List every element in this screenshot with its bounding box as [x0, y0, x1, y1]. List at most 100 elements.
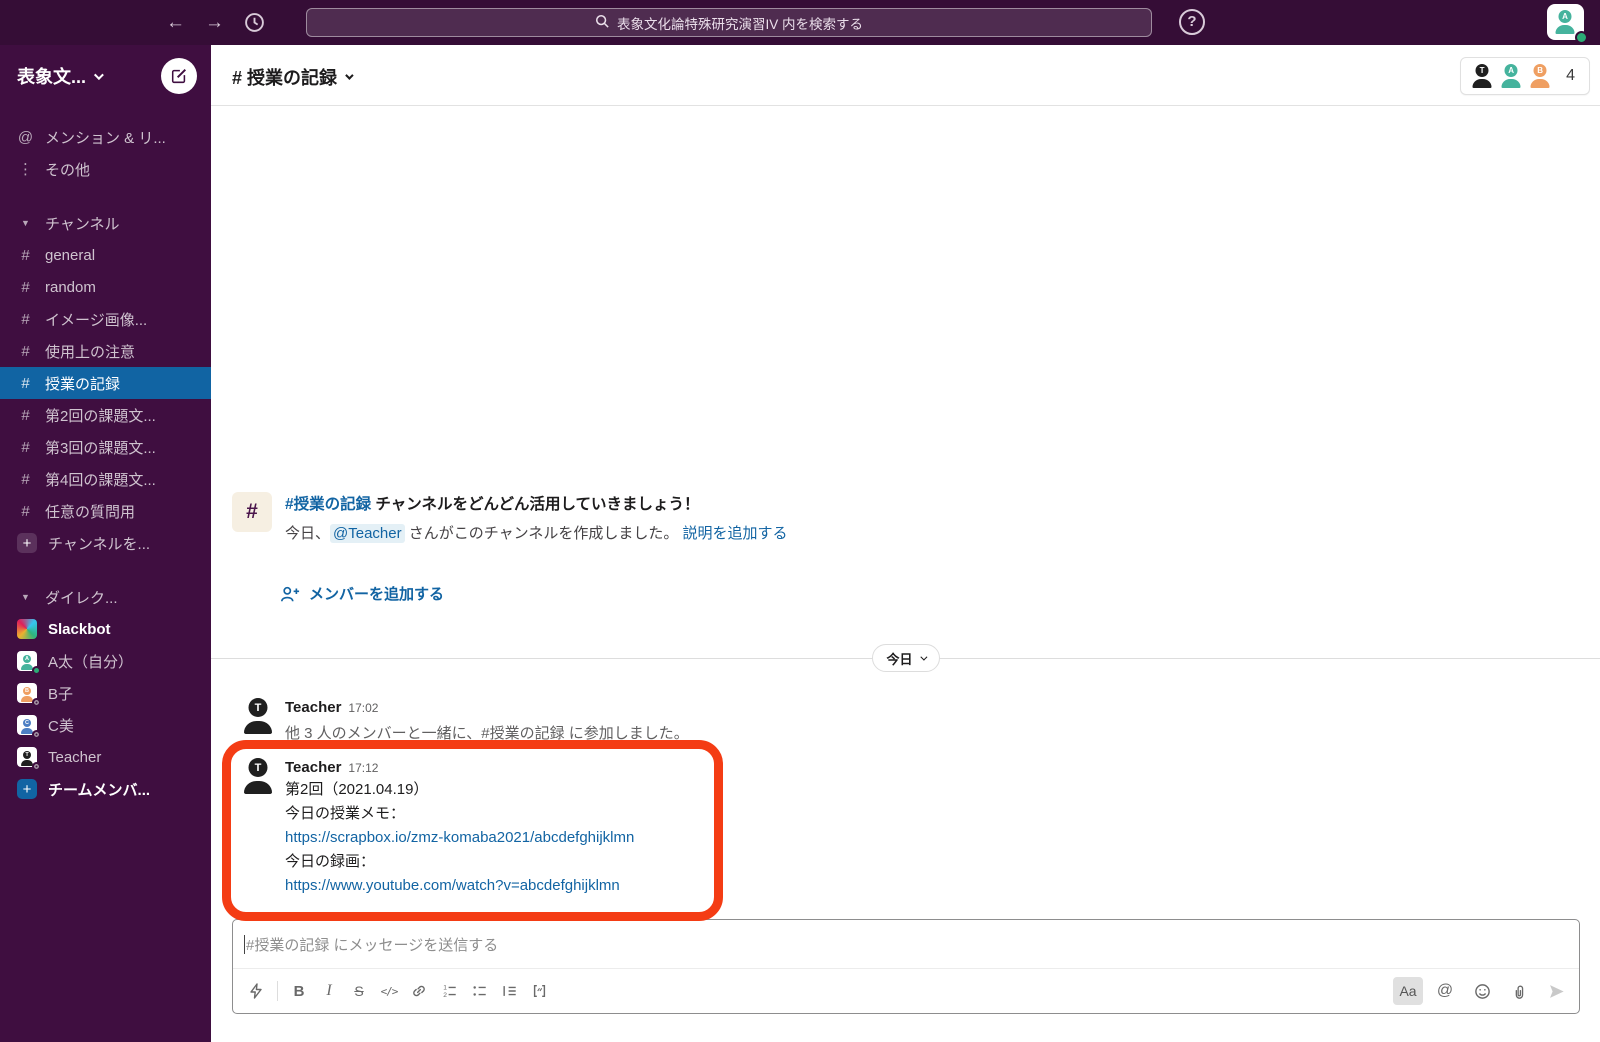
dm-section-header[interactable]: ▼ ダイレク... — [0, 581, 211, 613]
mention-teacher[interactable]: @Teacher — [330, 524, 405, 543]
invite-members-button[interactable]: + チームメンバ... — [0, 773, 211, 805]
teacher-avatar[interactable]: T — [240, 698, 276, 734]
sidebar-channel-assignment-2[interactable]: # 第2回の課題文... — [0, 399, 211, 431]
message-class-record[interactable]: T Teacher 17:12 第2回（2021.04.19） 今日の授業メモ： … — [240, 758, 634, 898]
italic-icon[interactable]: I — [314, 977, 344, 1005]
presence-online-icon — [32, 666, 41, 675]
sidebar-channel-assignment-3[interactable]: # 第3回の課題文... — [0, 431, 211, 463]
bulleted-list-icon[interactable] — [464, 977, 494, 1005]
link-icon[interactable] — [404, 977, 434, 1005]
hash-icon: # — [21, 278, 30, 296]
strikethrough-icon[interactable]: S — [344, 977, 374, 1005]
sidebar-item-more[interactable]: ⋮ その他 — [0, 153, 211, 185]
caret-down-icon: ▼ — [21, 218, 30, 228]
avatar: A — [17, 651, 41, 675]
main-panel: # 授業の記録 T A B 4 # #授業の記録 チャンネルをどんどん活用してい… — [211, 45, 1600, 1042]
code-icon[interactable]: </> — [374, 977, 404, 1005]
dm-item-c[interactable]: C C美 — [0, 709, 211, 741]
search-placeholder: 表象文化論特殊研究演習IV 内を検索する — [616, 16, 863, 32]
presence-offline-icon — [32, 698, 41, 707]
workspace-switcher[interactable]: 表象文... — [17, 63, 104, 89]
chevron-down-icon — [919, 653, 927, 661]
member-count: 4 — [1566, 67, 1575, 84]
code-block-icon[interactable] — [524, 977, 554, 1005]
dm-item-teacher[interactable]: T Teacher — [0, 741, 211, 773]
dm-item-b[interactable]: B B子 — [0, 677, 211, 709]
hash-icon: # — [21, 310, 30, 328]
sidebar-channel-class-records[interactable]: # 授業の記録 — [0, 367, 211, 399]
message-composer: #授業の記録 にメッセージを送信する B I S </> 1 2 Aa @ — [232, 919, 1580, 1014]
red-highlight-box: T Teacher 17:12 第2回（2021.04.19） 今日の授業メモ： … — [222, 740, 723, 921]
message-author[interactable]: Teacher — [285, 699, 341, 716]
top-bar: ← → 表象文化論特殊研究演習IV 内を検索する ? A — [0, 0, 1600, 45]
sidebar-item-mentions[interactable]: @ メンション & リ... — [0, 121, 211, 153]
avatar: C — [17, 715, 41, 739]
message-line: 今日の授業メモ： — [285, 805, 406, 822]
sidebar-channel-assignment-4[interactable]: # 第4回の課題文... — [0, 463, 211, 495]
channel-hash-icon: # — [232, 492, 272, 532]
add-channel-button[interactable]: + チャンネルを... — [0, 527, 211, 559]
message-join[interactable]: T Teacher 17:02 他 3 人のメンバーと一緒に、#授業の記録 に参加… — [240, 698, 689, 743]
text-cursor — [244, 934, 245, 954]
compose-button[interactable] — [161, 58, 197, 94]
channels-section-header[interactable]: ▼ チャンネル — [0, 207, 211, 239]
send-icon[interactable] — [1541, 977, 1571, 1005]
message-input[interactable]: #授業の記録 にメッセージを送信する — [233, 920, 1579, 968]
teacher-avatar[interactable]: T — [240, 758, 276, 794]
intro-description: 今日、 @Teacher さんがこのチャンネルを作成しました。 説明を追加する — [285, 524, 788, 543]
forward-icon[interactable]: → — [205, 12, 224, 34]
composer-placeholder: #授業の記録 にメッセージを送信する — [246, 936, 499, 954]
presence-offline-icon — [32, 730, 41, 739]
attachment-paperclip-icon[interactable] — [1504, 977, 1534, 1005]
search-bar[interactable]: 表象文化論特殊研究演習IV 内を検索する — [306, 8, 1152, 37]
composer-toolbar: B I S </> 1 2 Aa @ — [233, 968, 1579, 1013]
youtube-link[interactable]: https://www.youtube.com/watch?v=abcdefgh… — [285, 874, 634, 898]
blockquote-icon[interactable] — [494, 977, 524, 1005]
at-icon: @ — [17, 128, 34, 146]
message-time: 17:02 — [348, 701, 379, 715]
date-pill[interactable]: 今日 — [871, 644, 940, 672]
sidebar-channel-usage-notes[interactable]: # 使用上の注意 — [0, 335, 211, 367]
member-avatar: A — [1500, 64, 1522, 88]
mention-icon[interactable]: @ — [1430, 977, 1460, 1005]
toolbar-divider — [277, 981, 278, 1001]
sidebar-channel-image[interactable]: # イメージ画像... — [0, 303, 211, 335]
history-clock-icon[interactable] — [244, 12, 265, 33]
sidebar-channel-general[interactable]: # general — [0, 239, 211, 271]
message-author[interactable]: Teacher — [285, 759, 341, 776]
date-divider: 今日 — [211, 644, 1600, 672]
add-description-link[interactable]: 説明を追加する — [683, 525, 788, 542]
channel-members-button[interactable]: T A B 4 — [1460, 57, 1590, 95]
hash-icon: # — [21, 342, 30, 360]
add-members-button[interactable]: メンバーを追加する — [280, 583, 444, 604]
emoji-icon[interactable] — [1467, 977, 1497, 1005]
help-icon[interactable]: ? — [1179, 9, 1205, 35]
dm-item-self[interactable]: A A太（自分） — [0, 645, 211, 677]
hash-icon: # — [21, 470, 30, 488]
channel-title[interactable]: # 授業の記録 — [232, 64, 354, 90]
hash-icon: # — [21, 374, 30, 392]
member-avatar: B — [1529, 64, 1551, 88]
bold-icon[interactable]: B — [284, 977, 314, 1005]
presence-offline-icon — [32, 762, 41, 771]
dm-item-slackbot[interactable]: Slackbot — [0, 613, 211, 645]
message-line: 今日の録画： — [285, 853, 376, 870]
sidebar-channel-random[interactable]: # random — [0, 271, 211, 303]
caret-down-icon: ▼ — [21, 592, 30, 602]
search-icon — [595, 14, 609, 31]
user-avatar[interactable]: A — [1547, 4, 1588, 44]
svg-text:1: 1 — [443, 985, 447, 992]
channel-link[interactable]: #授業の記録 — [285, 496, 371, 513]
back-icon[interactable]: ← — [166, 12, 185, 34]
message-text: 他 3 人のメンバーと一緒に、#授業の記録 に参加しました。 — [285, 725, 689, 742]
channel-header: # 授業の記録 T A B 4 — [211, 45, 1600, 106]
format-toggle-icon[interactable]: Aa — [1393, 977, 1423, 1005]
scrapbox-link[interactable]: https://scrapbox.io/zmz-komaba2021/abcde… — [285, 826, 634, 850]
hash-icon: # — [21, 406, 30, 424]
svg-text:2: 2 — [443, 992, 447, 999]
shortcuts-lightning-icon[interactable] — [241, 977, 271, 1005]
avatar: B — [17, 683, 41, 707]
plus-icon: + — [17, 533, 37, 553]
sidebar-channel-questions[interactable]: # 任意の質問用 — [0, 495, 211, 527]
ordered-list-icon[interactable]: 1 2 — [434, 977, 464, 1005]
